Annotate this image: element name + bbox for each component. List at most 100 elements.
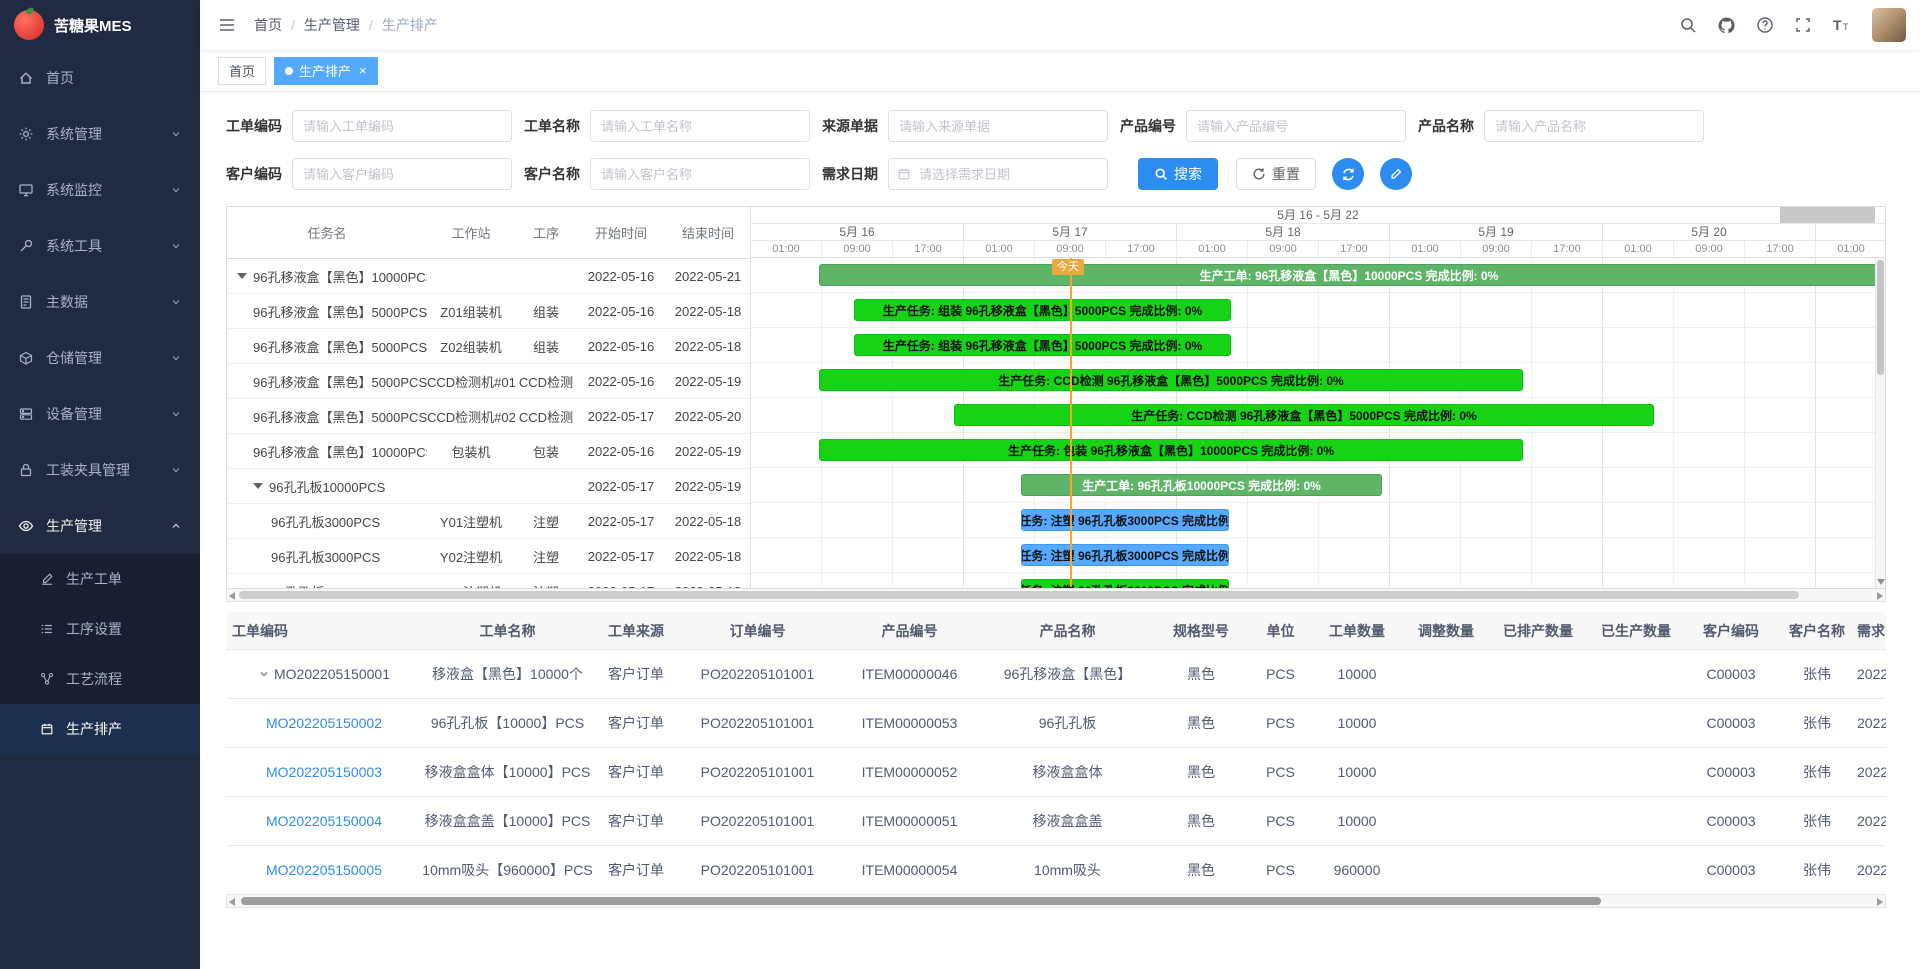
- source-doc-input[interactable]: [888, 110, 1108, 142]
- table-row[interactable]: MO202205150002 96孔孔板【10000】PCS 客户订单 PO20…: [226, 699, 1886, 748]
- github-icon[interactable]: [1717, 16, 1736, 35]
- sidebar-item-system-management[interactable]: 系统管理: [0, 106, 200, 162]
- chevron-down-icon: [170, 128, 182, 140]
- table-row[interactable]: MO202205150005 10mm吸头【960000】PCS 客户订单 PO…: [226, 846, 1886, 895]
- sidebar-item-system-tools[interactable]: 系统工具: [0, 218, 200, 274]
- sidebar-item-home[interactable]: 首页: [0, 50, 200, 106]
- sidebar-item-process-settings[interactable]: 工序设置: [0, 604, 200, 654]
- gantt-task-row[interactable]: 96孔移液盒【黑色】5000PCS Z01组装机 组装 2022-05-16 2…: [227, 294, 750, 329]
- customer-code-input[interactable]: [292, 158, 512, 190]
- gantt-bar-task[interactable]: 生产任务: CCD检测 96孔移液盒【黑色】5000PCS 完成比例: 0%: [954, 404, 1654, 426]
- gantt-task-row[interactable]: 96孔移液盒【黑色】5000PCS Z02组装机 组装 2022-05-16 2…: [227, 329, 750, 364]
- gantt-task-row[interactable]: 96孔孔板3000PCS Y01注塑机 注塑 2022-05-17 2022-0…: [227, 504, 750, 539]
- table-row[interactable]: MO202205150004 移液盒盒盖【10000】PCS 客户订单 PO20…: [226, 797, 1886, 846]
- work-order-link[interactable]: MO202205150005: [266, 862, 382, 878]
- tab-label: 生产排产: [299, 61, 351, 80]
- gantt-task-row[interactable]: 96孔孔板3000PCS Y02注塑机 注塑 2022-05-17 2022-0…: [227, 539, 750, 574]
- sidebar-item-process-flow[interactable]: 工艺流程: [0, 654, 200, 704]
- eye-icon: [18, 518, 34, 534]
- product-code-input[interactable]: [1186, 110, 1406, 142]
- gantt-task-row[interactable]: 96孔移液盒【黑色】10000PCS 2022-05-16 2022-05-21: [227, 259, 750, 294]
- search-icon[interactable]: [1679, 16, 1697, 34]
- gantt-task-row[interactable]: 96孔孔板3000PCS Y03注塑机 注塑 2022-05-17 2022-0…: [227, 574, 750, 588]
- product-name-input[interactable]: [1484, 110, 1704, 142]
- breadcrumb-production[interactable]: 生产管理: [304, 15, 360, 35]
- gantt-bar-task[interactable]: 生产任务: 组装 96孔移液盒【黑色】5000PCS 完成比例: 0%: [854, 299, 1231, 321]
- sidebar-item-equipment[interactable]: 设备管理: [0, 386, 200, 442]
- collapse-triangle-icon[interactable]: [253, 483, 263, 489]
- filter-label: 客户编码: [226, 164, 282, 184]
- sidebar-item-production[interactable]: 生产管理: [0, 498, 200, 554]
- tab-label: 首页: [229, 61, 255, 80]
- expand-chevron-icon[interactable]: [258, 668, 270, 680]
- customer-name-input[interactable]: [590, 158, 810, 190]
- gantt-bar-workorder[interactable]: 生产工单: 96孔移液盒【黑色】10000PCS 完成比例: 0%: [819, 264, 1879, 286]
- demand-date-input[interactable]: [888, 158, 1108, 190]
- scroll-right-arrow[interactable]: [1877, 592, 1883, 600]
- lock-icon: [18, 462, 34, 478]
- font-size-icon[interactable]: TT: [1832, 16, 1852, 34]
- avatar[interactable]: [1872, 8, 1906, 42]
- gantt-col-task-name: 任务名: [227, 223, 427, 242]
- breadcrumb-current: 生产排产: [382, 15, 438, 35]
- gantt-task-row[interactable]: 96孔孔板10000PCS 2022-05-17 2022-05-19: [227, 469, 750, 504]
- tab-home[interactable]: 首页: [218, 57, 266, 85]
- breadcrumb-home[interactable]: 首页: [254, 15, 282, 35]
- sidebar: 苦糖果MES 首页 系统管理 系统监控 系统工具: [0, 0, 200, 969]
- gantt-bar-task-selected[interactable]: 生产任务: 注塑 96孔孔板3000PCS 完成比例: 0%: [1021, 544, 1229, 566]
- gantt-bar-task[interactable]: 生产任务: 组装 96孔移液盒【黑色】5000PCS 完成比例: 0%: [854, 334, 1231, 356]
- tab-production-schedule[interactable]: 生产排产 ×: [274, 57, 378, 85]
- logo-icon: [14, 10, 44, 40]
- gantt-bar-task-selected[interactable]: 生产任务: 注塑 96孔孔板3000PCS 完成比例: 0%: [1021, 509, 1229, 531]
- table-horizontal-scrollbar[interactable]: [226, 895, 1886, 908]
- fullscreen-icon[interactable]: [1794, 16, 1812, 34]
- table-header: 工单编码 工单名称 工单来源 订单编号 产品编号 产品名称 规格型号 单位 工单…: [226, 612, 1886, 650]
- work-order-link[interactable]: MO202205150004: [266, 813, 382, 829]
- scroll-left-arrow[interactable]: [229, 898, 235, 906]
- scrollbar-thumb[interactable]: [239, 591, 1799, 599]
- reset-button[interactable]: 重置: [1236, 158, 1316, 190]
- gantt-horizontal-scrollbar[interactable]: [226, 589, 1886, 602]
- work-order-code-input[interactable]: [292, 110, 512, 142]
- sidebar-item-master-data[interactable]: 主数据: [0, 274, 200, 330]
- work-order-link[interactable]: MO202205150002: [266, 715, 382, 731]
- sidebar-item-warehouse[interactable]: 仓储管理: [0, 330, 200, 386]
- work-order-table: 工单编码 工单名称 工单来源 订单编号 产品编号 产品名称 规格型号 单位 工单…: [226, 612, 1886, 895]
- edit-circle-button[interactable]: [1380, 158, 1412, 190]
- scrollbar-thumb[interactable]: [241, 897, 1601, 905]
- refresh-circle-button[interactable]: [1332, 158, 1364, 190]
- sidebar-item-work-order[interactable]: 生产工单: [0, 554, 200, 604]
- gantt-task-row[interactable]: 96孔移液盒【黑色】5000PCS CCD检测机#02 CCD检测 2022-0…: [227, 399, 750, 434]
- sidebar-item-label: 生产排产: [66, 719, 182, 739]
- sidebar-item-system-monitor[interactable]: 系统监控: [0, 162, 200, 218]
- hamburger-icon[interactable]: [218, 16, 236, 34]
- gantt-bar-task[interactable]: 生产任务: 包装 96孔移液盒【黑色】10000PCS 完成比例: 0%: [819, 439, 1523, 461]
- close-icon[interactable]: ×: [359, 64, 367, 77]
- scroll-right-arrow[interactable]: [1877, 898, 1883, 906]
- search-button[interactable]: 搜索: [1138, 158, 1218, 190]
- table-row[interactable]: MO202205150003 移液盒盒体【10000】PCS 客户订单 PO20…: [226, 748, 1886, 797]
- gantt-col-start: 开始时间: [577, 223, 665, 242]
- gantt-task-row[interactable]: 96孔移液盒【黑色】5000PCS CCD检测机#01 CCD检测 2022-0…: [227, 364, 750, 399]
- scroll-left-arrow[interactable]: [229, 592, 235, 600]
- scrollbar-thumb[interactable]: [1877, 260, 1884, 375]
- help-icon[interactable]: [1756, 16, 1774, 34]
- sidebar-item-fixture[interactable]: 工装夹具管理: [0, 442, 200, 498]
- filter-label: 需求日期: [822, 164, 878, 184]
- sidebar-item-production-schedule[interactable]: 生产排产: [0, 704, 200, 754]
- logo[interactable]: 苦糖果MES: [0, 0, 200, 50]
- gantt-vertical-scrollbar[interactable]: [1875, 258, 1885, 588]
- gantt-bar-task[interactable]: 生产任务: 注塑 96孔孔板3000PCS 完成比例: 0%: [1021, 579, 1229, 588]
- scroll-down-arrow[interactable]: [1877, 579, 1885, 585]
- gantt-bar-task[interactable]: 生产任务: CCD检测 96孔移液盒【黑色】5000PCS 完成比例: 0%: [819, 369, 1523, 391]
- table-row[interactable]: MO202205150001 移液盒【黑色】10000个 客户订单 PO2022…: [226, 650, 1886, 699]
- work-order-link[interactable]: MO202205150003: [266, 764, 382, 780]
- svg-text:T: T: [1843, 22, 1849, 32]
- filter-row-2: 客户编码 客户名称 需求日期: [226, 158, 1920, 190]
- work-order-link[interactable]: MO202205150001: [274, 666, 390, 682]
- gantt-task-row[interactable]: 96孔移液盒【黑色】10000PCS 包装机 包装 2022-05-16 202…: [227, 434, 750, 469]
- gantt-bar-workorder[interactable]: 生产工单: 96孔孔板10000PCS 完成比例: 0%: [1021, 474, 1382, 496]
- logo-title: 苦糖果MES: [54, 15, 132, 36]
- collapse-triangle-icon[interactable]: [237, 273, 247, 279]
- work-order-name-input[interactable]: [590, 110, 810, 142]
